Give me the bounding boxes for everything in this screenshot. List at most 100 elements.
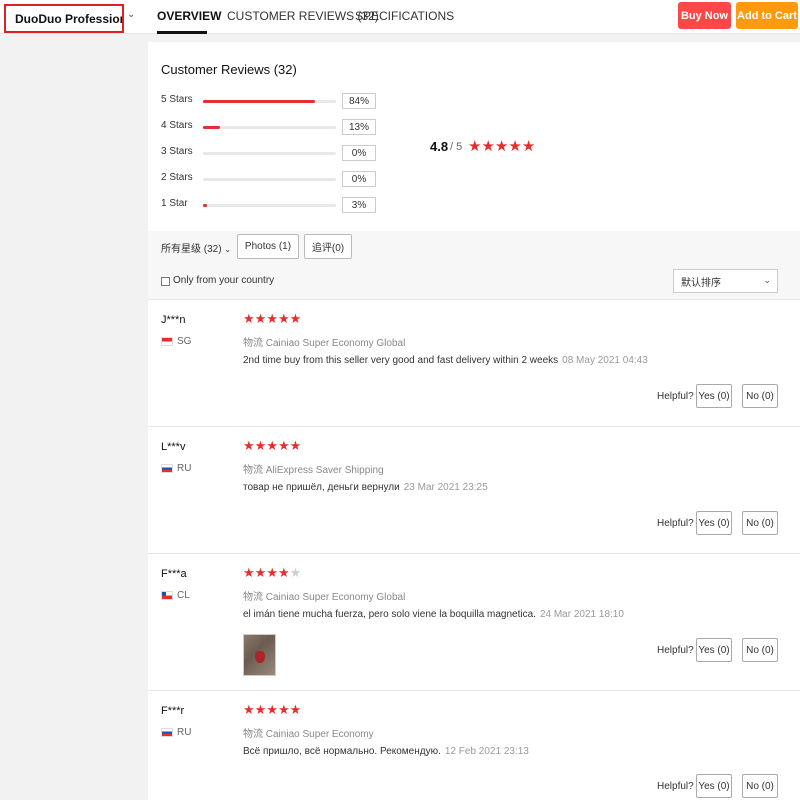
flag-ru-icon xyxy=(161,728,173,737)
all-ratings-dropdown[interactable]: 所有星级 (32) ⌄ xyxy=(161,240,231,255)
review-body: el imán tiene mucha fuerza, pero solo vi… xyxy=(243,609,536,620)
review-item: F***a CL ★★★★★ 物流 Cainiao Super Economy … xyxy=(148,553,800,690)
review-date: 08 May 2021 04:43 xyxy=(562,355,648,366)
sort-label: 默认排序 xyxy=(681,277,721,289)
flag-ru-icon xyxy=(161,464,173,473)
star-icon: ★ xyxy=(494,138,509,155)
reviews-title: Customer Reviews (32) xyxy=(161,62,297,77)
rating-bar xyxy=(203,152,336,155)
review-stars: ★★★★★ xyxy=(243,702,301,718)
star-icon: ★ xyxy=(521,138,536,155)
helpful-label: Helpful? xyxy=(657,645,694,656)
chevron-down-icon[interactable]: ⌄ xyxy=(127,9,135,20)
helpful-label: Helpful? xyxy=(657,781,694,792)
review-body: товар не пришёл, деньги вернули xyxy=(243,482,400,493)
star-icon: ★ xyxy=(481,138,495,155)
shipping-method: 物流 Cainiao Super Economy xyxy=(243,729,374,740)
review-item: L***v RU ★★★★★ 物流 AliExpress Saver Shipp… xyxy=(148,426,800,553)
rating-label: 2 Stars xyxy=(161,172,193,183)
rating-percent: 0% xyxy=(342,145,376,161)
shipping-method: 物流 Cainiao Super Economy Global xyxy=(243,592,406,603)
star-icon: ★ xyxy=(254,311,267,326)
additional-reviews-filter-button[interactable]: 追评(0) xyxy=(304,234,352,259)
rating-row-5[interactable]: 5 Stars 84% xyxy=(161,93,381,109)
shipping-method: 物流 AliExpress Saver Shipping xyxy=(243,465,384,476)
review-item: F***r RU ★★★★★ 物流 Cainiao Super Economy … xyxy=(148,690,800,800)
shipping-method: 物流 Cainiao Super Economy Global xyxy=(243,338,406,349)
rating-bar xyxy=(203,204,336,207)
review-stars: ★★★★★ xyxy=(243,438,301,454)
reviewer-country: RU xyxy=(177,463,192,474)
helpful-yes-button[interactable]: Yes (0) xyxy=(696,774,732,798)
store-name[interactable]: DuoDuo Profession... xyxy=(4,4,124,33)
rating-row-3[interactable]: 3 Stars 0% xyxy=(161,145,381,161)
star-icon: ★ xyxy=(277,702,290,717)
review-text: 2nd time buy from this seller very good … xyxy=(243,355,648,366)
photos-filter-button[interactable]: Photos (1) xyxy=(237,234,299,259)
star-icon: ★ xyxy=(243,311,255,326)
sort-dropdown[interactable]: 默认排序 ⌄ xyxy=(673,269,778,293)
star-icon: ★ xyxy=(266,702,278,717)
rating-bar xyxy=(203,178,336,181)
helpful-label: Helpful? xyxy=(657,518,694,529)
buy-now-button[interactable]: Buy Now xyxy=(678,2,731,29)
star-icon: ★ xyxy=(468,138,482,155)
helpful-no-button[interactable]: No (0) xyxy=(742,774,778,798)
rating-label: 1 Star xyxy=(161,198,188,209)
star-icon: ★ xyxy=(289,311,302,326)
chevron-down-icon: ⌄ xyxy=(763,275,771,285)
review-stars: ★★★★★ xyxy=(243,565,301,581)
review-stars: ★★★★★ xyxy=(243,311,301,327)
average-stars: ★★★★★ xyxy=(468,137,535,155)
tab-overview[interactable]: OVERVIEW xyxy=(157,9,221,23)
tab-specifications[interactable]: SPECIFICATIONS xyxy=(355,9,454,23)
reviews-panel: Customer Reviews (32) 5 Stars 84% 4 Star… xyxy=(148,42,800,800)
all-ratings-label: 所有星级 (32) xyxy=(161,244,222,255)
active-tab-indicator xyxy=(157,31,207,34)
rating-label: 4 Stars xyxy=(161,120,193,131)
product-photo-image xyxy=(255,651,265,663)
star-icon: ★ xyxy=(277,311,290,326)
rating-label: 5 Stars xyxy=(161,94,193,105)
reviewer-country: SG xyxy=(177,336,192,347)
rating-row-2[interactable]: 2 Stars 0% xyxy=(161,171,381,187)
average-rating-max: / 5 xyxy=(450,141,463,153)
review-photo-thumbnail[interactable] xyxy=(243,634,276,676)
reviewer-country: CL xyxy=(177,590,190,601)
rating-row-1[interactable]: 1 Star 3% xyxy=(161,197,381,213)
star-icon: ★ xyxy=(277,438,290,453)
country-only-checkbox[interactable] xyxy=(161,277,170,286)
review-date: 12 Feb 2021 23:13 xyxy=(444,746,529,757)
helpful-no-button[interactable]: No (0) xyxy=(742,638,778,662)
review-text: Всё пришло, всё нормально. Рекомендую. 12… xyxy=(243,746,529,757)
rating-bar xyxy=(203,100,336,103)
star-icon: ★ xyxy=(289,438,302,453)
star-icon: ★ xyxy=(266,438,278,453)
helpful-yes-button[interactable]: Yes (0) xyxy=(696,384,732,408)
review-item: J***n SG ★★★★★ 物流 Cainiao Super Economy … xyxy=(148,299,800,426)
rating-percent: 3% xyxy=(342,197,376,213)
rating-percent: 0% xyxy=(342,171,376,187)
helpful-yes-button[interactable]: Yes (0) xyxy=(696,638,732,662)
star-icon: ★ xyxy=(254,565,267,580)
reviewer-name: F***r xyxy=(161,705,185,717)
star-icon: ★ xyxy=(266,311,278,326)
star-icon: ★ xyxy=(289,565,302,580)
chevron-down-icon: ⌄ xyxy=(224,245,232,254)
rating-bar xyxy=(203,126,336,129)
helpful-yes-button[interactable]: Yes (0) xyxy=(696,511,732,535)
star-icon: ★ xyxy=(508,138,522,155)
helpful-no-button[interactable]: No (0) xyxy=(742,384,778,408)
rating-bar-fill xyxy=(203,126,221,129)
reviewer-name: F***a xyxy=(161,568,187,580)
country-only-label: Only from your country xyxy=(173,275,275,286)
average-rating: 4.8 xyxy=(430,139,449,154)
review-date: 24 Mar 2021 18:10 xyxy=(539,609,624,620)
star-icon: ★ xyxy=(277,565,290,580)
add-to-cart-button[interactable]: Add to Cart xyxy=(736,2,798,29)
rating-row-4[interactable]: 4 Stars 13% xyxy=(161,119,381,135)
review-text: el imán tiene mucha fuerza, pero solo vi… xyxy=(243,609,624,620)
flag-sg-icon xyxy=(161,337,173,346)
helpful-no-button[interactable]: No (0) xyxy=(742,511,778,535)
review-text: товар не пришёл, деньги вернули 23 Mar 20… xyxy=(243,482,488,493)
